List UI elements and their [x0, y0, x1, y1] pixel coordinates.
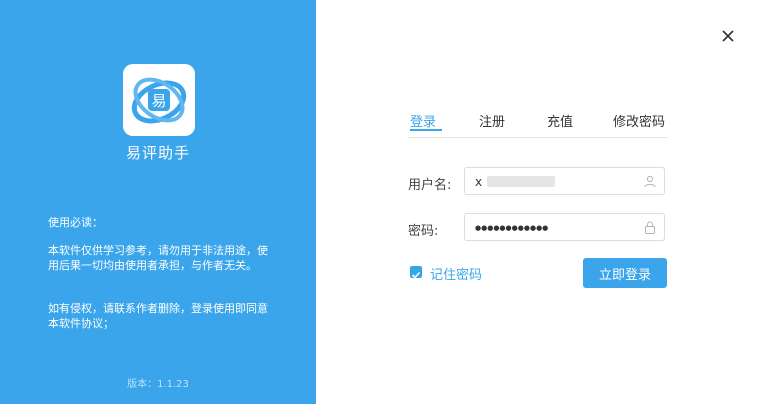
- logo-graphic: 易: [131, 77, 187, 124]
- password-field[interactable]: [464, 213, 665, 241]
- password-label: 密码:: [408, 224, 439, 239]
- tab-bar: 登录 注册 充值 修改密码: [408, 111, 668, 138]
- active-tab-indicator: [410, 129, 442, 131]
- app-logo: 易: [123, 64, 195, 136]
- logo-char: 易: [151, 92, 166, 110]
- user-icon: [644, 175, 656, 188]
- remember-password-checkbox[interactable]: [410, 266, 422, 279]
- lock-icon: [645, 221, 655, 234]
- tab-register[interactable]: 注册: [479, 111, 505, 130]
- login-panel: 登录 注册 充值 修改密码 用户名: 密码: 记住密码 立即登录: [316, 0, 759, 404]
- notice-paragraph-1: 本软件仅供学习参考，请勿用于非法用途，使用后果一切均由使用者承担，与作者无关。: [48, 244, 268, 272]
- login-button[interactable]: 立即登录: [583, 258, 667, 288]
- tab-login[interactable]: 登录: [410, 111, 442, 131]
- username-redacted: [487, 176, 555, 187]
- username-label: 用户名:: [408, 178, 452, 193]
- app-name: 易评助手: [125, 144, 190, 162]
- username-field[interactable]: [464, 167, 665, 195]
- left-panel: 易 易评助手 使用必读： 本软件仅供学习参考，请勿用于非法用途，使用后果一切均由…: [0, 0, 316, 404]
- checkmark-icon: [411, 271, 421, 279]
- notice-paragraph-2: 如有侵权，请联系作者删除，登录使用即同意本软件协议；: [48, 302, 268, 330]
- notice-title: 使用必读：: [48, 216, 103, 229]
- remember-password-label[interactable]: 记住密码: [430, 264, 482, 283]
- password-input[interactable]: [473, 218, 637, 238]
- tab-login-label: 登录: [410, 115, 437, 130]
- close-icon[interactable]: [721, 28, 735, 42]
- tab-change-password[interactable]: 修改密码: [613, 111, 665, 130]
- tab-recharge[interactable]: 充值: [547, 111, 573, 130]
- version-label: 版本：1.1.23: [127, 379, 189, 390]
